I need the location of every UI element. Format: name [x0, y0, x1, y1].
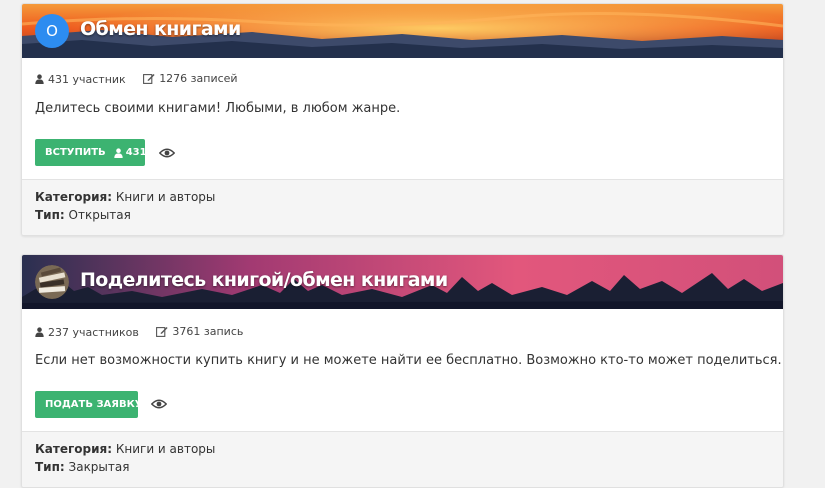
join-button[interactable]: ВСТУПИТЬ 431	[35, 139, 147, 166]
category-label: Категория:	[35, 190, 113, 204]
category-value: Книги и авторы	[115, 190, 216, 204]
group-avatar[interactable]	[35, 265, 69, 299]
category-value: Книги и авторы	[115, 442, 216, 456]
user-icon	[35, 327, 44, 337]
join-member-count: 431	[113, 147, 147, 158]
group-banner[interactable]: О Обмен книгами	[22, 4, 783, 58]
group-banner[interactable]: Поделитесь книгой/обмен книгами	[22, 255, 783, 309]
type-row: Тип: Закрытая	[35, 460, 129, 474]
request-join-button[interactable]: ПОДАТЬ ЗАЯВКУ	[35, 391, 143, 418]
group-description: Если нет возможности купить книгу и не м…	[35, 353, 782, 368]
participants-count: 237 участников	[35, 326, 139, 339]
group-card: Поделитесь книгой/обмен книгами 237 учас…	[21, 254, 784, 488]
join-count-text: 431	[125, 147, 147, 158]
group-title[interactable]: Поделитесь книгой/обмен книгами	[80, 269, 448, 291]
books-avatar-image	[35, 265, 69, 299]
join-button-label: ВСТУПИТЬ	[45, 147, 106, 158]
participants-text: 431 участник	[48, 72, 126, 86]
group-card: О Обмен книгами 431 участник 1276 записе…	[21, 3, 784, 236]
edit-icon	[156, 327, 169, 337]
group-avatar[interactable]: О	[35, 14, 69, 48]
category-label: Категория:	[35, 442, 113, 456]
group-stats: 237 участников 3761 запись	[35, 325, 257, 340]
user-icon	[113, 147, 123, 158]
posts-text: 1276 записей	[159, 72, 238, 85]
edit-icon	[143, 74, 155, 84]
type-label: Тип:	[35, 208, 65, 222]
user-icon	[35, 74, 44, 84]
posts-count: 1276 записей	[143, 72, 238, 85]
request-join-label: ПОДАТЬ ЗАЯВКУ	[45, 399, 143, 410]
participants-count: 431 участник	[35, 73, 126, 86]
type-value: Открытая	[68, 208, 131, 222]
eye-icon[interactable]	[159, 147, 175, 159]
participants-text: 237 участников	[48, 325, 139, 339]
posts-text: 3761 запись	[172, 325, 244, 338]
group-footer: Категория: Книги и авторы Тип: Закрытая	[22, 431, 783, 487]
group-footer: Категория: Книги и авторы Тип: Открытая	[22, 179, 783, 235]
type-value: Закрытая	[68, 460, 130, 474]
type-label: Тип:	[35, 460, 65, 474]
category-row: Категория: Книги и авторы	[35, 442, 215, 456]
group-stats: 431 участник 1276 записей	[35, 72, 252, 87]
type-row: Тип: Открытая	[35, 208, 131, 222]
group-title[interactable]: Обмен книгами	[80, 18, 241, 40]
eye-icon[interactable]	[151, 398, 167, 410]
posts-count: 3761 запись	[156, 325, 243, 338]
group-description: Делитесь своими книгами! Любыми, в любом…	[35, 101, 401, 116]
category-row: Категория: Книги и авторы	[35, 190, 215, 204]
